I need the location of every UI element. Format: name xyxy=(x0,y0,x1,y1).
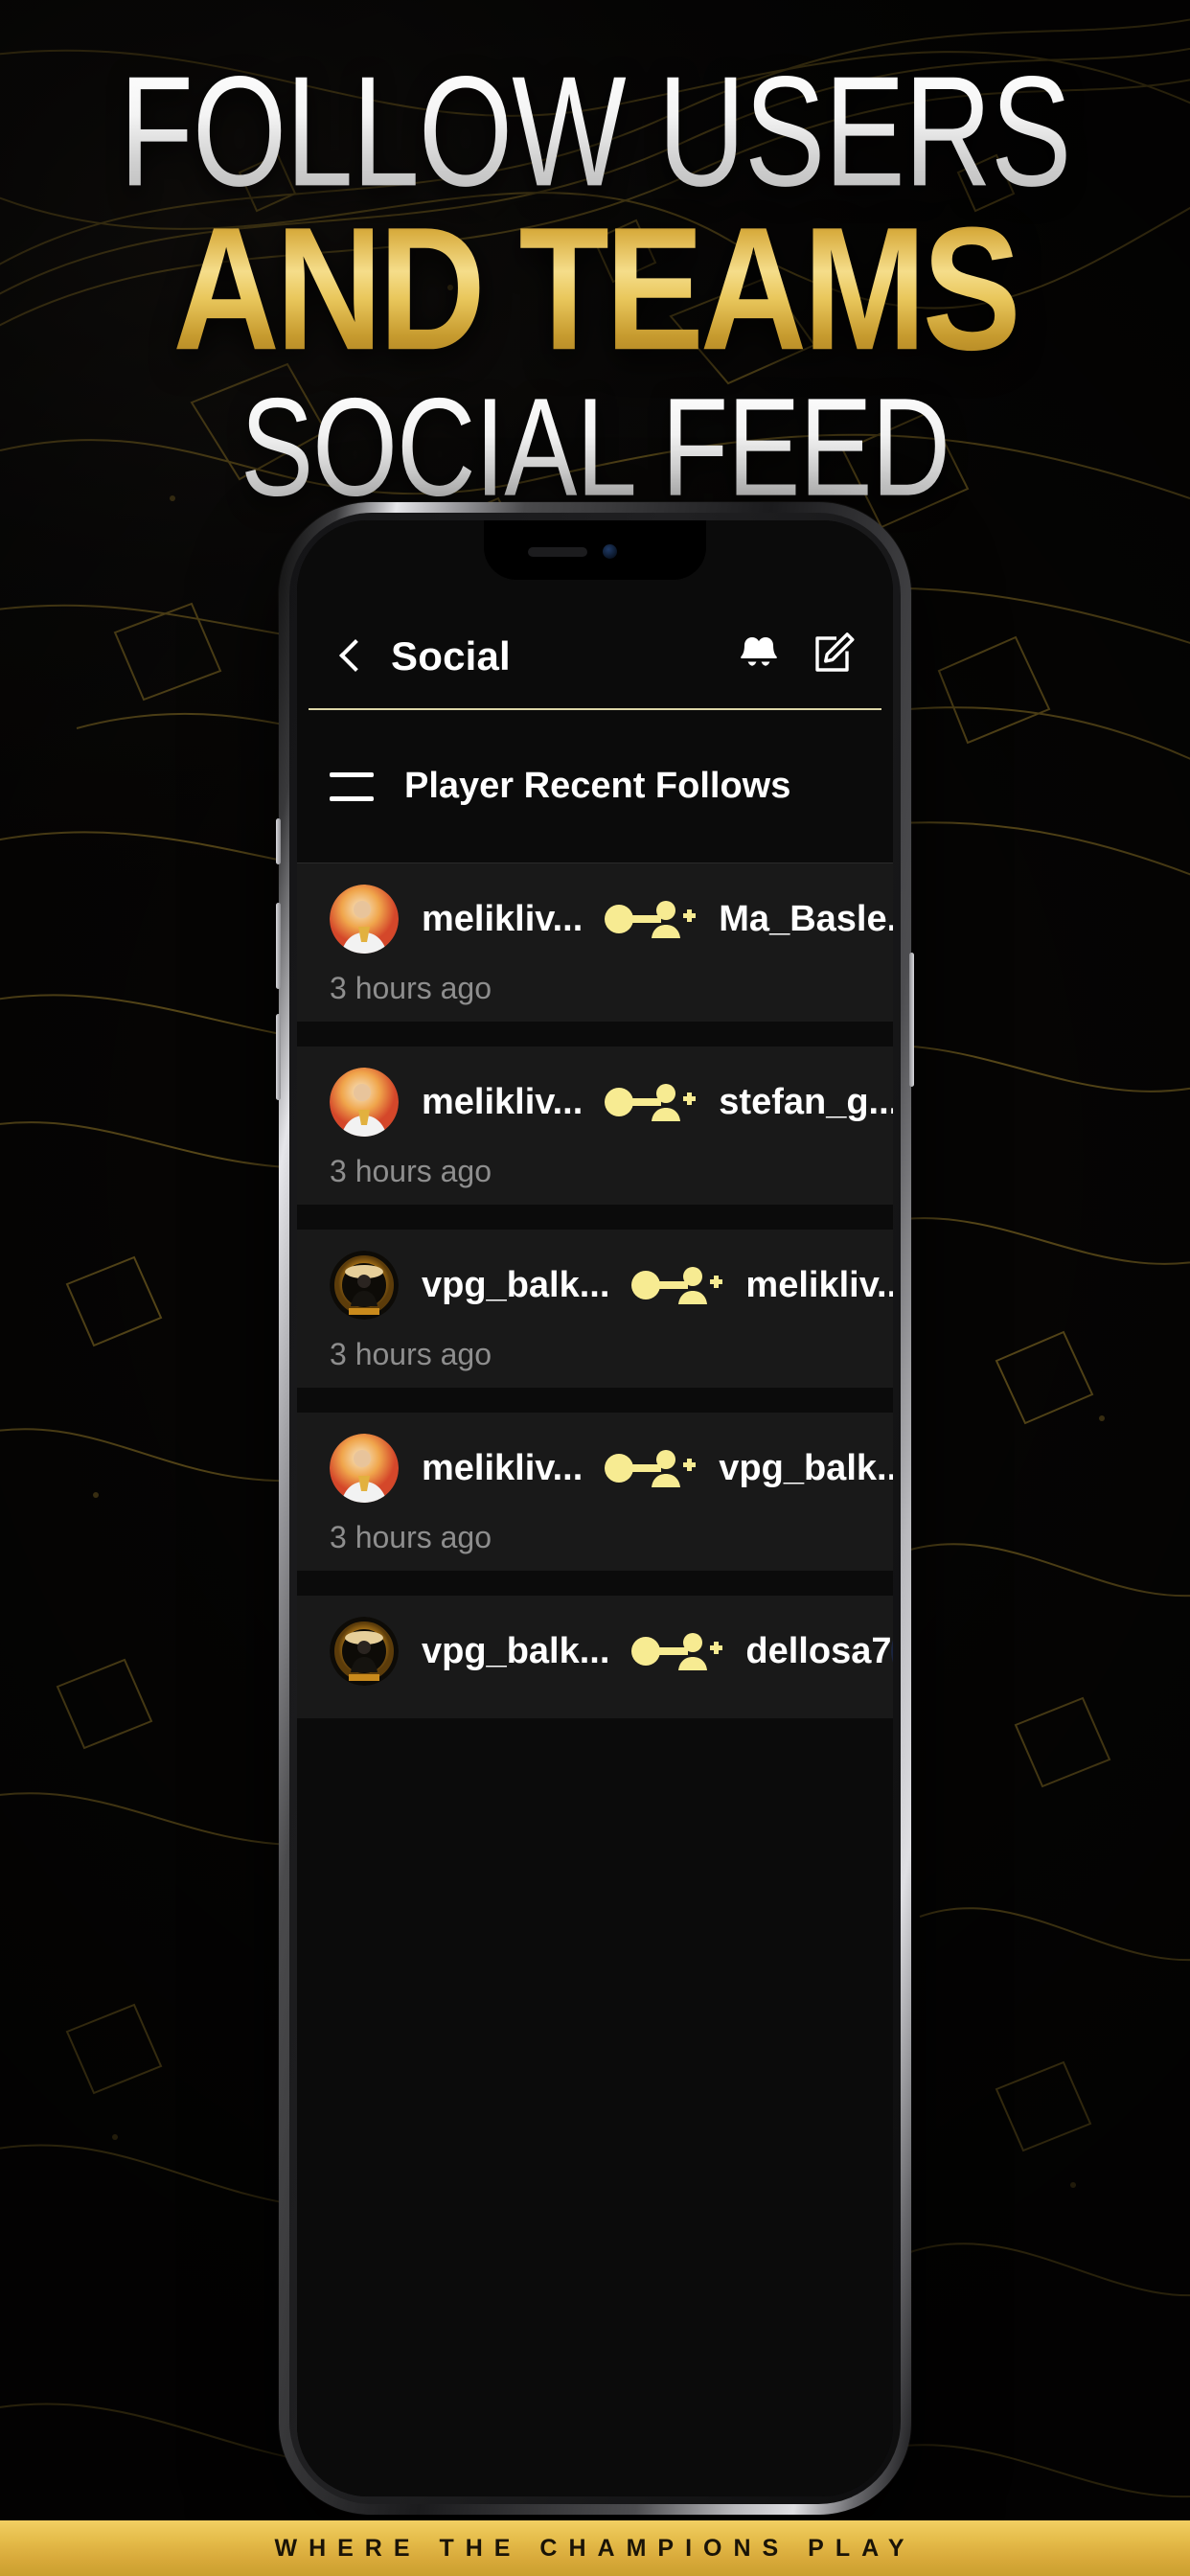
bells-icon[interactable] xyxy=(734,628,784,678)
follow-link-icon xyxy=(631,1267,723,1304)
promo-headline: FOLLOW USERS AND TEAMS SOCIAL FEED xyxy=(0,54,1190,517)
phone-volume-up-button[interactable] xyxy=(276,903,281,989)
feed-row[interactable]: melikliv... stefan_g... 3 hours ago xyxy=(297,1046,893,1205)
follower-username[interactable]: melikliv... xyxy=(422,1448,583,1489)
social-app: Social Player Recent Follows melikliv...… xyxy=(297,520,893,2496)
headline-line-1: FOLLOW USERS xyxy=(0,54,1190,211)
avatar[interactable] xyxy=(891,1617,893,1686)
feed-row-main: melikliv... vpg_balk... xyxy=(297,1434,893,1503)
follow-link-icon xyxy=(605,1084,697,1121)
compose-pencil-icon[interactable] xyxy=(809,628,858,678)
phone-screen: Social Player Recent Follows melikliv...… xyxy=(297,520,893,2496)
phone-volume-down-button[interactable] xyxy=(276,1014,281,1100)
followed-username[interactable]: Ma_Basle... xyxy=(719,899,893,940)
avatar[interactable] xyxy=(330,885,399,954)
feed-row-main: melikliv... stefan_g... xyxy=(297,1068,893,1137)
section-title: Player Recent Follows xyxy=(404,766,791,806)
avatar[interactable] xyxy=(330,1617,399,1686)
follow-link-icon xyxy=(631,1633,723,1670)
followed-username[interactable]: stefan_g... xyxy=(719,1082,893,1123)
timestamp: 3 hours ago xyxy=(330,1337,492,1371)
headline-line-2: AND TEAMS xyxy=(0,200,1190,376)
follow-link-icon xyxy=(605,901,697,938)
headline-line-3: SOCIAL FEED xyxy=(0,378,1190,517)
front-camera-icon xyxy=(603,544,617,559)
phone-mockup: Social Player Recent Follows melikliv...… xyxy=(276,502,914,2515)
follower-username[interactable]: vpg_balk... xyxy=(422,1631,609,1672)
chevron-left-icon[interactable] xyxy=(332,637,370,676)
follows-feed[interactable]: melikliv... Ma_Basle... xyxy=(297,863,893,2496)
feed-row[interactable]: vpg_balk... dellosa7 xyxy=(297,1596,893,1718)
followed-username[interactable]: vpg_balk... xyxy=(719,1448,893,1489)
avatar[interactable] xyxy=(330,1068,399,1137)
app-bar-actions xyxy=(734,628,858,678)
phone-power-button[interactable] xyxy=(909,953,914,1087)
section-header: Player Recent Follows xyxy=(297,710,893,863)
follow-link-icon xyxy=(605,1450,697,1487)
promo-screenshot: FOLLOW USERS AND TEAMS SOCIAL FEED Socia… xyxy=(0,0,1190,2576)
avatar[interactable] xyxy=(330,1251,399,1320)
timestamp: 3 hours ago xyxy=(330,971,492,1005)
timestamp: 3 hours ago xyxy=(330,1520,492,1554)
footer-banner: WHERE THE CHAMPIONS PLAY xyxy=(0,2520,1190,2576)
feed-row[interactable]: vpg_balk... melikliv... 3 hours ago xyxy=(297,1230,893,1388)
hamburger-icon[interactable] xyxy=(330,771,374,801)
feed-row-main: vpg_balk... dellosa7 xyxy=(297,1617,893,1686)
phone-mute-switch[interactable] xyxy=(276,818,281,864)
earpiece-speaker-icon xyxy=(528,547,587,557)
feed-row-main: vpg_balk... melikliv... xyxy=(297,1251,893,1320)
footer-tagline: WHERE THE CHAMPIONS PLAY xyxy=(274,2534,916,2562)
followed-username[interactable]: melikliv... xyxy=(745,1265,893,1306)
feed-row-main: melikliv... Ma_Basle... xyxy=(297,885,893,954)
avatar[interactable] xyxy=(330,1434,399,1503)
timestamp xyxy=(297,1686,893,1703)
follower-username[interactable]: vpg_balk... xyxy=(422,1265,609,1306)
feed-row[interactable]: melikliv... vpg_balk... 3 hours ago xyxy=(297,1413,893,1571)
timestamp: 3 hours ago xyxy=(330,1154,492,1188)
page-title: Social xyxy=(391,633,511,678)
phone-notch xyxy=(484,520,706,580)
follower-username[interactable]: melikliv... xyxy=(422,1082,583,1123)
follower-username[interactable]: melikliv... xyxy=(422,899,583,940)
feed-row[interactable]: melikliv... Ma_Basle... xyxy=(297,863,893,1022)
followed-username[interactable]: dellosa7 xyxy=(745,1631,891,1672)
